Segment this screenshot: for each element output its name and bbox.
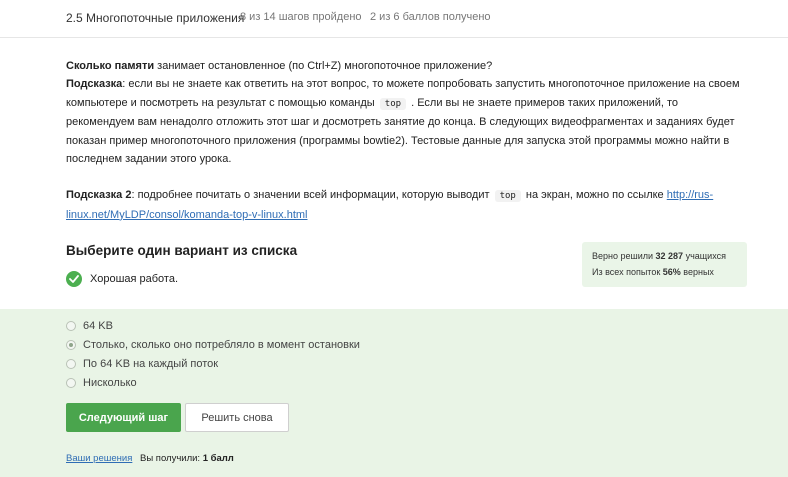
option-label: Нисколько (83, 377, 137, 389)
hint2-paragraph: Подсказка 2: подробнее почитать о значен… (66, 186, 746, 224)
radio-button[interactable] (66, 378, 76, 388)
option-3[interactable]: Нисколько (66, 377, 137, 389)
hint2-text-a: : подробнее почитать о значении всей инф… (131, 189, 490, 202)
lesson-header: 2.5 Многопоточные приложения 8 из 14 шаг… (0, 0, 788, 38)
hint-code: top (379, 97, 407, 110)
radio-button-selected[interactable] (66, 340, 76, 350)
radio-button[interactable] (66, 321, 76, 331)
quiz-prompt: Выберите один вариант из списка (66, 243, 298, 258)
earned-points: Вы получили: 1 балл (140, 453, 234, 464)
answer-panel (0, 309, 788, 477)
stats-box: Верно решили 32 287 учащихся Из всех поп… (582, 242, 747, 287)
option-1[interactable]: Столько, сколько оно потребляло в момент… (66, 339, 360, 351)
option-0[interactable]: 64 KB (66, 320, 113, 332)
attempts-stat: Из всех попыток 56% верных (592, 266, 714, 277)
feedback-message: Хорошая работа. (66, 270, 178, 288)
option-2[interactable]: По 64 KB на каждый поток (66, 358, 218, 370)
option-label: 64 KB (83, 320, 113, 332)
check-icon (66, 271, 82, 287)
option-label: Столько, сколько оно потребляло в момент… (83, 339, 360, 351)
score-progress: 2 из 6 баллов получено (370, 11, 491, 23)
lesson-title: 2.5 Многопоточные приложения (66, 11, 245, 25)
retry-button[interactable]: Решить снова (185, 403, 289, 432)
option-label: По 64 KB на каждый поток (83, 358, 219, 370)
radio-button[interactable] (66, 359, 76, 369)
steps-progress: 8 из 14 шагов пройдено (240, 11, 362, 23)
question-text: Сколько памяти занимает остановленное (п… (66, 57, 746, 224)
hint-label: Подсказка (66, 78, 123, 91)
solved-stat: Верно решили 32 287 учащихся (592, 251, 726, 261)
question-paragraph: Сколько памяти занимает остановленное (п… (66, 57, 746, 168)
next-step-button[interactable]: Следующий шаг (66, 403, 181, 432)
hint2-text-b: на экран, можно по ссылке (525, 189, 664, 202)
your-solutions-link[interactable]: Ваши решения (66, 453, 132, 464)
hint2-code: top (494, 190, 521, 203)
question-text-1: занимает остановленное (по Ctrl+Z) много… (154, 60, 493, 72)
feedback-text: Хорошая работа. (90, 273, 179, 285)
question-bold: Сколько памяти (66, 60, 155, 72)
hint2-label: Подсказка 2 (66, 189, 132, 202)
